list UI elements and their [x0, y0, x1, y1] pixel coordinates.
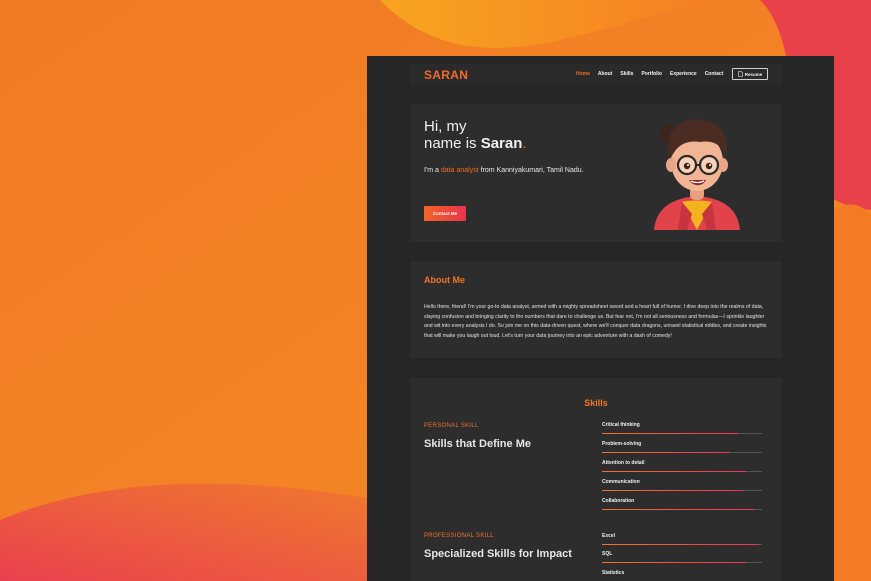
- skill-attention-to-detail: Attention to detail: [602, 460, 762, 472]
- skill-excel: Excel: [602, 533, 762, 545]
- about-text: Hello there, friend! I'm your go-to data…: [424, 304, 767, 339]
- avatar-illustration: [654, 119, 740, 230]
- skill-name: SQL: [602, 551, 613, 557]
- about-section: About Me Hello there, friend! I'm your g…: [410, 261, 782, 358]
- personal-skill-heading: Skills that Define Me: [424, 438, 531, 450]
- hero-title: Hi, my name is Saran.: [424, 118, 527, 152]
- skill-critical-thinking: Critical thinking: [602, 422, 762, 434]
- hero-sub-suffix: from Kanniyakumari, Tamil Nadu.: [478, 167, 584, 174]
- skill-name: Communication: [602, 479, 640, 485]
- skill-bar-track: [602, 490, 762, 491]
- resume-label: Resume: [744, 71, 763, 77]
- skill-bar-fill: [602, 544, 759, 545]
- hero-name: Saran: [480, 135, 523, 152]
- hero-name-dot: .: [522, 135, 527, 152]
- resume-button[interactable]: Resume: [732, 68, 768, 80]
- about-title: About Me: [424, 275, 465, 285]
- navbar: SARAN Home About Skills Portfolio Experi…: [410, 64, 782, 86]
- professional-skill-label: PROFESSIONAL SKILL: [424, 533, 494, 539]
- hero-section: Hi, my name is Saran. I'm a data analyst…: [410, 104, 782, 242]
- nav-link-contact[interactable]: Contact: [705, 71, 724, 77]
- hero-sub-highlight: data analyst: [440, 167, 479, 174]
- skill-bar-fill: [602, 509, 754, 510]
- skill-name: Collaboration: [602, 498, 635, 504]
- skill-bar-fill: [602, 471, 746, 472]
- nav-link-portfolio[interactable]: Portfolio: [641, 71, 662, 77]
- nav-link-experience[interactable]: Experience: [670, 71, 697, 77]
- skill-bar-fill: [602, 433, 738, 434]
- skill-bar-track: [602, 562, 762, 563]
- document-icon: [737, 71, 743, 77]
- skill-bar-track: [602, 544, 762, 545]
- nav-link-about[interactable]: About: [598, 71, 612, 77]
- contact-me-button[interactable]: Contact Me: [424, 206, 466, 221]
- personal-skill-label: PERSONAL SKILL: [424, 423, 479, 429]
- hero-sub-prefix: I'm a: [424, 167, 441, 174]
- skill-communication: Communication: [602, 479, 762, 491]
- skill-bar-track: [602, 452, 762, 453]
- skills-section: Skills PERSONAL SKILL Skills that Define…: [410, 378, 782, 581]
- skill-bar-track: [602, 471, 762, 472]
- skill-bar-track: [602, 509, 762, 510]
- nav-link-skills[interactable]: Skills: [620, 71, 633, 77]
- skills-title: Skills: [584, 398, 608, 408]
- nav-link-home[interactable]: Home: [576, 71, 590, 77]
- skill-sql: SQL: [602, 551, 762, 563]
- skill-bar-fill: [602, 562, 746, 563]
- hero-greeting: Hi, my: [424, 118, 467, 135]
- skill-bar-track: [602, 433, 762, 434]
- skill-bar-fill: [602, 490, 743, 491]
- skill-problem-solving: Problem-solving: [602, 441, 762, 453]
- skill-bar-fill: [602, 452, 730, 453]
- portfolio-page: SARAN Home About Skills Portfolio Experi…: [367, 56, 834, 581]
- hero-subtitle: I'm a data analyst from Kanniyakumari, T…: [424, 166, 584, 176]
- professional-skill-heading: Specialized Skills for Impact: [424, 548, 572, 560]
- hero-name-prefix: name is: [424, 135, 481, 152]
- skill-statistics: Statistics: [602, 570, 762, 581]
- skill-name: Problem-solving: [602, 441, 642, 447]
- skill-name: Critical thinking: [602, 422, 640, 428]
- skill-name: Statistics: [602, 570, 625, 576]
- skill-name: Excel: [602, 533, 616, 539]
- skill-collaboration: Collaboration: [602, 498, 762, 510]
- skill-name: Attention to detail: [602, 460, 645, 466]
- site-logo[interactable]: SARAN: [424, 68, 468, 82]
- nav-links: Home About Skills Portfolio Experience C…: [576, 71, 723, 77]
